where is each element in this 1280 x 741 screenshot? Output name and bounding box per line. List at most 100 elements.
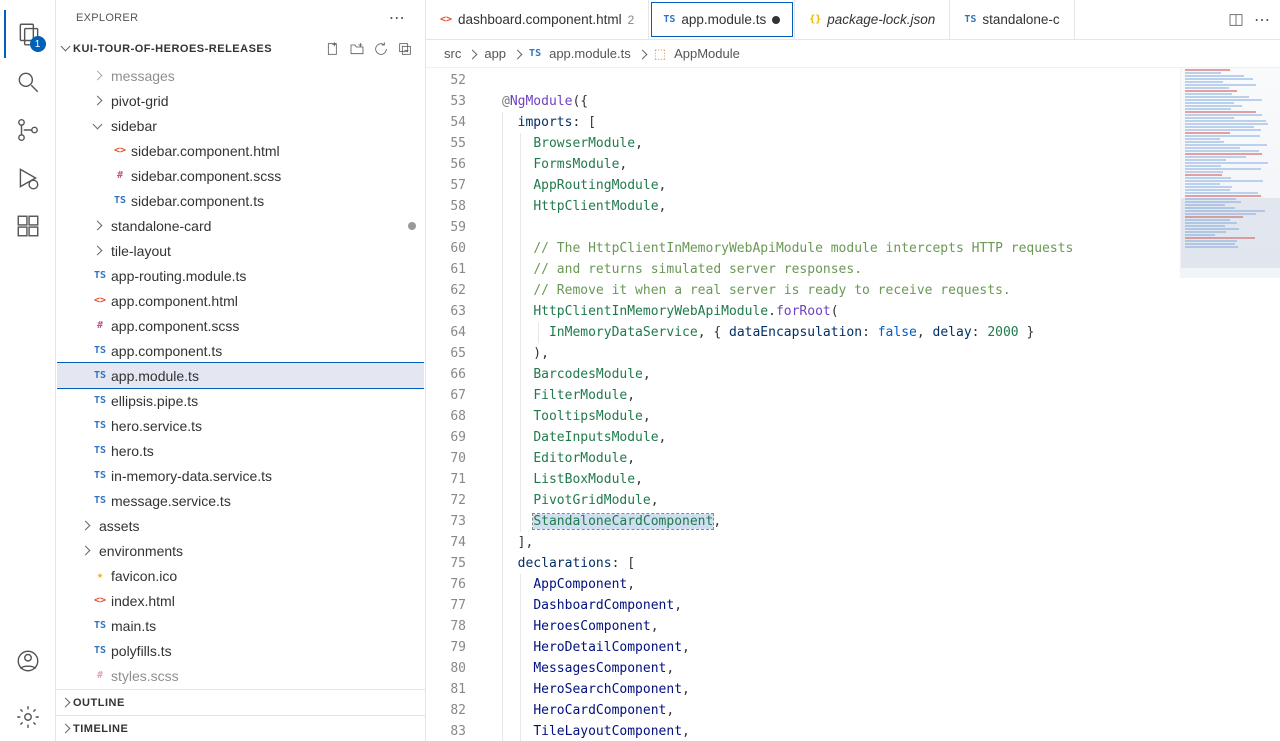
code-line[interactable]: PivotGridModule,	[484, 490, 1280, 511]
tree-file[interactable]: <>sidebar.component.html	[57, 138, 424, 163]
ts-file-icon: TS	[89, 370, 111, 381]
chevron-right-icon	[77, 522, 93, 529]
code-line[interactable]: AppComponent,	[484, 574, 1280, 595]
file-tree[interactable]: messagespivot-gridsidebar<>sidebar.compo…	[56, 62, 425, 689]
code-line[interactable]: BarcodesModule,	[484, 364, 1280, 385]
code-line[interactable]: FormsModule,	[484, 154, 1280, 175]
chevron-right-icon	[514, 46, 521, 61]
code-line[interactable]	[484, 70, 1280, 91]
tree-folder[interactable]: sidebar	[57, 113, 424, 138]
code-line[interactable]: EditorModule,	[484, 448, 1280, 469]
code-line[interactable]: HeroSearchComponent,	[484, 679, 1280, 700]
code-line[interactable]: imports: [	[484, 112, 1280, 133]
tree-file[interactable]: #app.component.scss	[57, 313, 424, 338]
tree-file[interactable]: TSpolyfills.ts	[57, 638, 424, 663]
code-line[interactable]: FilterModule,	[484, 385, 1280, 406]
more-icon[interactable]: ⋯	[1254, 10, 1270, 30]
minimap[interactable]	[1180, 68, 1280, 278]
code-line[interactable]: declarations: [	[484, 553, 1280, 574]
tree-file[interactable]: TSapp-routing.module.ts	[57, 263, 424, 288]
tree-file[interactable]: TSapp.module.ts	[57, 363, 424, 388]
code-line[interactable]: HeroCardComponent,	[484, 700, 1280, 721]
tree-file[interactable]: #styles.scss	[57, 663, 424, 688]
new-file-icon[interactable]	[325, 41, 341, 57]
tree-folder[interactable]: pivot-grid	[57, 88, 424, 113]
editor-tab[interactable]: <>dashboard.component.html2	[426, 0, 649, 39]
code-line[interactable]: ),	[484, 343, 1280, 364]
code-content[interactable]: @NgModule({ imports: [ BrowserModule, Fo…	[484, 68, 1280, 741]
tree-item-label: standalone-card	[111, 218, 211, 234]
tree-file[interactable]: #sidebar.component.scss	[57, 163, 424, 188]
outline-section[interactable]: OUTLINE	[56, 689, 425, 715]
breadcrumbs[interactable]: src app TS app.module.ts ⬚ AppModule	[426, 40, 1280, 68]
editor-tab[interactable]: TSapp.module.ts	[649, 0, 795, 39]
code-line[interactable]: 💡 StandaloneCardComponent,	[484, 511, 1280, 532]
tree-file[interactable]: TSmessage.service.ts	[57, 488, 424, 513]
tree-file[interactable]: <>app.component.html	[57, 288, 424, 313]
tab-bar: <>dashboard.component.html2TSapp.module.…	[426, 0, 1280, 40]
tree-folder[interactable]: assets	[57, 513, 424, 538]
chevron-right-icon	[89, 247, 105, 254]
refresh-icon[interactable]	[373, 41, 389, 57]
tree-file[interactable]: TSapp.component.ts	[57, 338, 424, 363]
chevron-right-icon	[89, 72, 105, 79]
code-line[interactable]: ],	[484, 532, 1280, 553]
tree-file[interactable]: TShero.service.ts	[57, 413, 424, 438]
workspace-header[interactable]: KUI-TOUR-OF-HEROES-RELEASES	[56, 36, 425, 62]
tree-file[interactable]: TSsidebar.component.ts	[57, 188, 424, 213]
explorer-icon[interactable]: 1	[4, 10, 52, 58]
tree-file[interactable]: TShero.ts	[57, 438, 424, 463]
tree-file[interactable]: ★favicon.ico	[57, 563, 424, 588]
sidebar: EXPLORER ⋯ KUI-TOUR-OF-HEROES-RELEASES m…	[56, 0, 426, 741]
html-file-icon: <>	[109, 145, 131, 156]
code-line[interactable]	[484, 217, 1280, 238]
tree-item-label: assets	[99, 518, 139, 534]
tree-item-label: sidebar.component.scss	[131, 168, 281, 184]
code-line[interactable]: TooltipsModule,	[484, 406, 1280, 427]
search-icon[interactable]	[4, 58, 52, 106]
scss-file-icon: #	[109, 170, 131, 181]
tree-file[interactable]: <>index.html	[57, 588, 424, 613]
code-line[interactable]: HttpClientInMemoryWebApiModule.forRoot(	[484, 301, 1280, 322]
code-line[interactable]: ListBoxModule,	[484, 469, 1280, 490]
editor-tab[interactable]: {}package-lock.json	[795, 0, 950, 39]
tree-folder[interactable]: environments	[57, 538, 424, 563]
tree-folder[interactable]: standalone-card	[57, 213, 424, 238]
code-line[interactable]: HeroDetailComponent,	[484, 637, 1280, 658]
tree-file[interactable]: TSin-memory-data.service.ts	[57, 463, 424, 488]
tree-folder[interactable]: messages	[57, 63, 424, 88]
code-line[interactable]: BrowserModule,	[484, 133, 1280, 154]
code-line[interactable]: HeroesComponent,	[484, 616, 1280, 637]
code-line[interactable]: HttpClientModule,	[484, 196, 1280, 217]
tree-file[interactable]: TSmain.ts	[57, 613, 424, 638]
editor-tab[interactable]: TSstandalone-c	[950, 0, 1074, 39]
settings-gear-icon[interactable]	[4, 693, 52, 741]
code-line[interactable]: DashboardComponent,	[484, 595, 1280, 616]
code-line[interactable]: AppRoutingModule,	[484, 175, 1280, 196]
code-line[interactable]: // The HttpClientInMemoryWebApiModule mo…	[484, 238, 1280, 259]
code-line[interactable]: // and returns simulated server response…	[484, 259, 1280, 280]
code-line[interactable]: TileLayoutComponent,	[484, 721, 1280, 741]
tree-item-label: messages	[111, 68, 175, 84]
source-control-icon[interactable]	[4, 106, 52, 154]
debug-icon[interactable]	[4, 154, 52, 202]
ts-file-icon: TS	[89, 420, 111, 431]
collapse-all-icon[interactable]	[397, 41, 413, 57]
code-line[interactable]: DateInputsModule,	[484, 427, 1280, 448]
sidebar-more-icon[interactable]: ⋯	[389, 8, 405, 28]
code-line[interactable]: MessagesComponent,	[484, 658, 1280, 679]
extensions-icon[interactable]	[4, 202, 52, 250]
timeline-section[interactable]: TIMELINE	[56, 715, 425, 741]
tree-file[interactable]: TSellipsis.pipe.ts	[57, 388, 424, 413]
code-line[interactable]: // Remove it when a real server is ready…	[484, 280, 1280, 301]
account-icon[interactable]	[4, 637, 52, 685]
new-folder-icon[interactable]	[349, 41, 365, 57]
split-editor-icon[interactable]	[1228, 12, 1244, 28]
code-editor[interactable]: 5253545556575859606162636465666768697071…	[426, 68, 1280, 741]
tree-folder[interactable]: tile-layout	[57, 238, 424, 263]
explorer-badge: 1	[30, 36, 46, 52]
ts-file-icon: TS	[89, 495, 111, 506]
code-line[interactable]: InMemoryDataService, { dataEncapsulation…	[484, 322, 1280, 343]
code-line[interactable]: @NgModule({	[484, 91, 1280, 112]
chevron-right-icon	[89, 222, 105, 229]
